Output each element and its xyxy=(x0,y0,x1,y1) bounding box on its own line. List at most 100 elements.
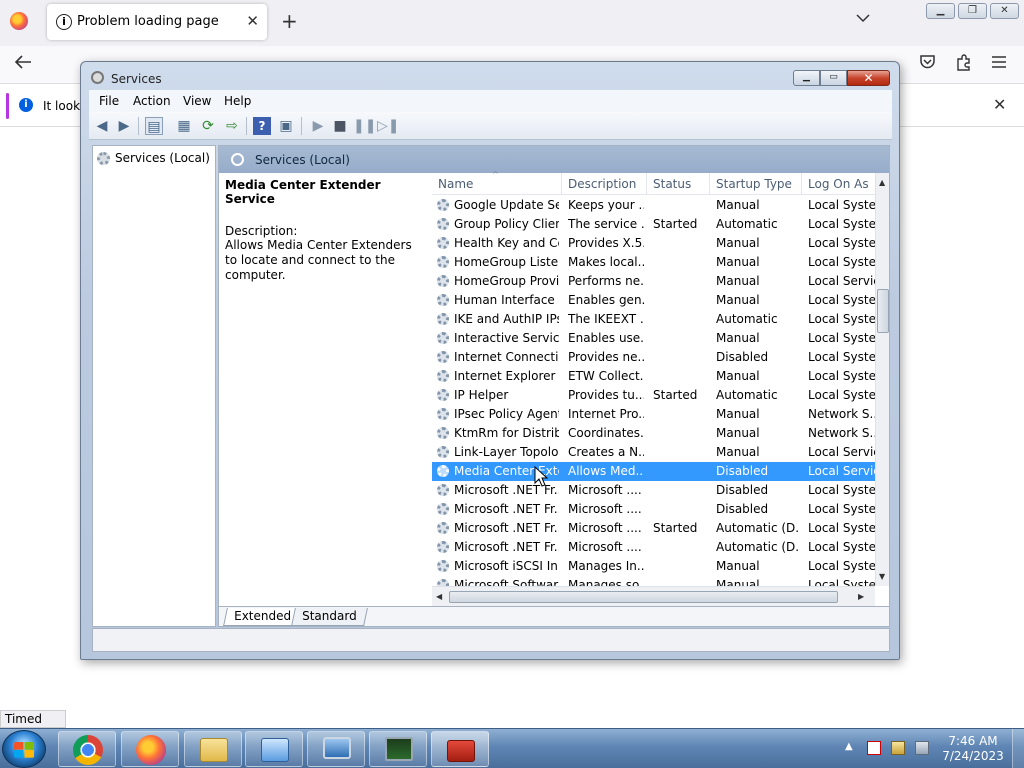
column-header-log-on-as[interactable]: Log On As xyxy=(808,177,869,191)
table-row[interactable]: HomeGroup Provi... Performs ne... Manual Lo… xyxy=(432,272,875,291)
browser-minimize-button[interactable]: ▁ xyxy=(926,3,955,19)
vertical-scrollbar[interactable]: ▲ ▼ xyxy=(875,173,889,586)
list-all-tabs-icon[interactable] xyxy=(856,11,870,27)
column-header-name[interactable]: Name xyxy=(438,177,473,191)
table-row[interactable]: Link-Layer Topolo... Creates a N... Manual… xyxy=(432,443,875,462)
tree-item-services-local[interactable]: Services (Local) xyxy=(97,151,210,165)
volume-muted-icon[interactable] xyxy=(915,741,929,755)
taskbar-app-explorer[interactable] xyxy=(184,731,242,767)
forward-icon[interactable]: ▶ xyxy=(115,117,133,135)
maximize-button[interactable]: ▭ xyxy=(820,70,847,86)
show-hide-console-tree-icon[interactable]: ▤ xyxy=(145,117,163,135)
pause-service-icon[interactable]: ❚❚ xyxy=(353,117,376,135)
stop-service-icon[interactable]: ■ xyxy=(331,117,349,135)
table-row[interactable]: IKE and AuthIP IPs... The IKEEXT ... Autom… xyxy=(432,310,875,329)
cell-startup-type: Automatic xyxy=(716,312,778,326)
column-divider[interactable] xyxy=(646,173,647,195)
table-row[interactable]: Health Key and Ce... Provides X.5... Manua… xyxy=(432,234,875,253)
extensions-icon[interactable] xyxy=(955,54,972,76)
show-hidden-icons-icon[interactable]: ▲ xyxy=(845,741,859,755)
taskbar-app-control-panel[interactable] xyxy=(245,731,303,767)
minimize-button[interactable]: ▁ xyxy=(793,70,820,86)
menu-action[interactable]: Action xyxy=(133,94,171,108)
cell-log-on-as: Local Syste... xyxy=(808,502,875,516)
column-divider[interactable] xyxy=(561,173,562,195)
table-row[interactable]: Microsoft .NET Fr... Microsoft .... Disabl… xyxy=(432,481,875,500)
browser-maximize-button[interactable]: ❐ xyxy=(958,3,987,19)
browser-tab[interactable]: i Problem loading page ✕ xyxy=(47,4,267,40)
taskbar-app-chrome[interactable] xyxy=(58,731,116,767)
back-arrow-icon[interactable] xyxy=(14,54,32,75)
table-row[interactable]: Microsoft iSCSI Ini... Manages In... Manua… xyxy=(432,557,875,576)
show-action-pane-icon[interactable]: ▣ xyxy=(277,117,295,135)
system-clock[interactable]: 7:46 AM 7/24/2023 xyxy=(940,734,1006,764)
pocket-icon[interactable] xyxy=(919,54,936,75)
services-list: Name ^ Description Status Startup Type L… xyxy=(432,170,889,606)
cell-log-on-as: Local Syste... xyxy=(808,559,875,573)
column-header-description[interactable]: Description xyxy=(568,177,636,191)
action-center-icon[interactable] xyxy=(867,741,881,755)
notice-close-icon[interactable]: ✕ xyxy=(993,95,1006,114)
menu-help[interactable]: Help xyxy=(224,94,251,108)
cell-description: Allows Med... xyxy=(568,464,644,478)
browser-close-button[interactable]: ✕ xyxy=(990,3,1019,19)
network-icon[interactable] xyxy=(891,741,905,755)
column-divider[interactable] xyxy=(709,173,710,195)
menu-view[interactable]: View xyxy=(183,94,211,108)
new-tab-button[interactable]: + xyxy=(281,9,298,33)
table-row[interactable]: KtmRm for Distrib... Coordinates... Manual… xyxy=(432,424,875,443)
window-title: Services xyxy=(111,72,162,86)
table-row[interactable]: Microsoft .NET Fr... Microsoft .... Automa… xyxy=(432,538,875,557)
table-row[interactable]: Internet Explorer E... ETW Collect... Manu… xyxy=(432,367,875,386)
table-row[interactable]: IP Helper Provides tu... Started Automatic L… xyxy=(432,386,875,405)
column-header-startup-type[interactable]: Startup Type xyxy=(716,177,792,191)
scroll-left-arrow-icon[interactable]: ◀ xyxy=(436,592,442,601)
cell-log-on-as: Local Syste... xyxy=(808,369,875,383)
firefox-logo-icon[interactable] xyxy=(10,12,28,30)
vertical-scroll-thumb[interactable] xyxy=(877,289,889,333)
tab-close-icon[interactable]: ✕ xyxy=(246,12,259,30)
column-divider[interactable] xyxy=(801,173,802,195)
show-desktop-button[interactable] xyxy=(1012,729,1024,768)
tab-label: Extended xyxy=(234,609,292,623)
tab-extended[interactable]: Extended xyxy=(223,608,302,626)
start-service-icon[interactable]: ▶ xyxy=(309,117,327,135)
menu-file[interactable]: File xyxy=(99,94,119,108)
taskbar-app-services[interactable] xyxy=(431,731,489,767)
table-row[interactable]: Microsoft .NET Fr... Microsoft .... Disabl… xyxy=(432,500,875,519)
table-row[interactable]: Internet Connecti... Provides ne... Disabl… xyxy=(432,348,875,367)
refresh-icon[interactable]: ⟳ xyxy=(199,117,217,135)
service-gear-icon xyxy=(437,389,449,401)
column-header-status[interactable]: Status xyxy=(653,177,691,191)
table-row[interactable]: Human Interface ... Enables gen... Manual L… xyxy=(432,291,875,310)
app-menu-icon[interactable] xyxy=(991,54,1007,74)
view-tabs: Extended Standard xyxy=(218,607,890,627)
table-row[interactable]: Group Policy Client The service ... Starte… xyxy=(432,215,875,234)
restart-service-icon[interactable]: ▷❚ xyxy=(377,117,400,135)
table-row[interactable]: IPsec Policy Agent Internet Pro... Manual N… xyxy=(432,405,875,424)
table-row[interactable]: Google Update Se... Keeps your ... Manual L… xyxy=(432,196,875,215)
close-button[interactable]: ✕ xyxy=(847,70,890,86)
table-row[interactable]: Interactive Service... Enables use... Manu… xyxy=(432,329,875,348)
tab-standard[interactable]: Standard xyxy=(291,608,368,626)
horizontal-scrollbar[interactable]: ◀ ▶ xyxy=(432,586,875,606)
start-button[interactable] xyxy=(2,730,46,768)
table-row[interactable]: Media Center Exte...Allows Med...Disable… xyxy=(432,462,875,481)
scroll-right-arrow-icon[interactable]: ▶ xyxy=(858,592,864,601)
cell-name: Interactive Service... xyxy=(454,331,559,345)
help-icon[interactable]: ? xyxy=(253,117,271,135)
back-icon[interactable]: ◀ xyxy=(93,117,111,135)
table-row[interactable]: Microsoft .NET Fr... Microsoft .... Starte… xyxy=(432,519,875,538)
export-list-icon[interactable]: ⇨ xyxy=(223,117,241,135)
taskbar-app-remote-desktop[interactable] xyxy=(307,731,365,767)
scroll-up-arrow-icon[interactable]: ▲ xyxy=(879,178,885,187)
properties-icon[interactable]: ▦ xyxy=(175,117,193,135)
scroll-down-arrow-icon[interactable]: ▼ xyxy=(879,572,885,581)
services-title-bar[interactable]: Services ▁ ▭ ✕ xyxy=(81,62,899,90)
horizontal-scroll-thumb[interactable] xyxy=(449,591,838,603)
table-row[interactable]: HomeGroup Liste... Makes local... Manual Lo… xyxy=(432,253,875,272)
taskbar-app-firefox[interactable] xyxy=(121,731,179,767)
taskbar-app-task-manager[interactable] xyxy=(369,731,427,767)
service-gear-icon xyxy=(437,218,449,230)
service-gear-icon xyxy=(437,313,449,325)
